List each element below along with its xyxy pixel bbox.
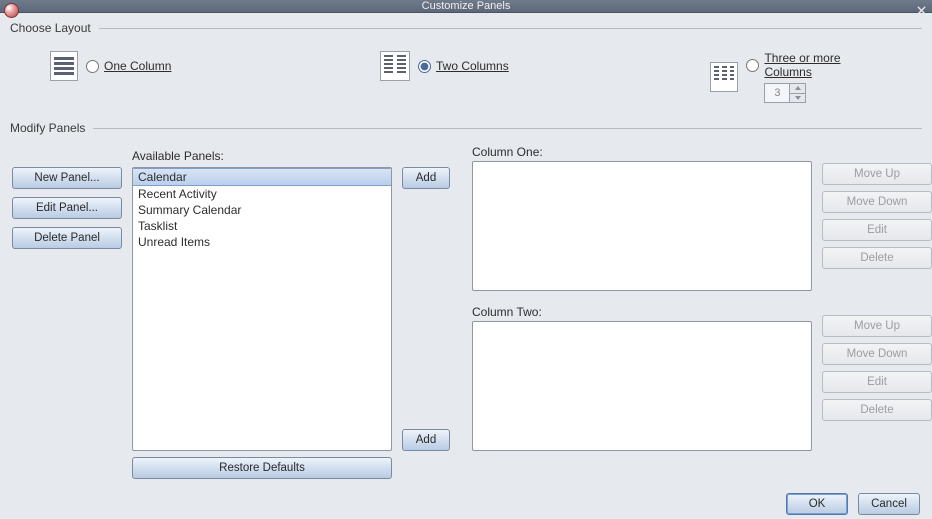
modify-panels-text: Modify Panels (10, 121, 85, 135)
restore-defaults-button[interactable]: Restore Defaults (132, 457, 392, 479)
divider (93, 128, 922, 129)
dialog-buttons: OK Cancel (0, 485, 932, 519)
layout-option-three: Three or more Columns (710, 51, 882, 103)
three-column-icon (710, 62, 738, 92)
radio-two-columns[interactable] (418, 60, 431, 73)
close-button[interactable] (912, 2, 930, 18)
available-panels-label: Available Panels: (132, 149, 392, 163)
column-one-block: Column One: (472, 145, 812, 291)
add-buttons-column: Add Add (402, 167, 462, 451)
layout-option-two: Two Columns (380, 51, 710, 81)
choose-layout-text: Choose Layout (10, 21, 91, 35)
new-panel-button[interactable]: New Panel... (12, 167, 122, 189)
spinner-down[interactable] (790, 94, 805, 103)
add-to-column-two-button[interactable]: Add (402, 429, 450, 451)
target-columns: Column One: Column Two: (472, 145, 812, 451)
list-item[interactable]: Calendar (133, 168, 391, 186)
col2-edit-button[interactable]: Edit (822, 371, 932, 393)
app-icon (4, 3, 19, 18)
radio-three-columns[interactable] (746, 59, 759, 72)
cancel-button[interactable]: Cancel (858, 493, 920, 515)
list-item[interactable]: Recent Activity (133, 186, 391, 202)
two-column-icon (380, 51, 410, 81)
layout-option-one: One Column (50, 51, 380, 81)
radio-two-columns-label[interactable]: Two Columns (436, 59, 509, 73)
spinner-up[interactable] (790, 84, 805, 94)
delete-panel-button[interactable]: Delete Panel (12, 227, 122, 249)
dialog-content: Choose Layout One Column Two Columns (0, 13, 932, 485)
column-action-buttons: Move Up Move Down Edit Delete Move Up Mo… (822, 145, 932, 451)
column-two-list[interactable] (472, 321, 812, 451)
choose-layout-label: Choose Layout (10, 21, 922, 35)
col1-move-down-button[interactable]: Move Down (822, 191, 932, 213)
close-icon (917, 6, 926, 15)
chevron-up-icon (795, 86, 801, 90)
ok-button[interactable]: OK (786, 493, 848, 515)
modify-panels-label: Modify Panels (10, 121, 922, 135)
panel-action-buttons: New Panel... Edit Panel... Delete Panel (12, 167, 122, 451)
col1-delete-button[interactable]: Delete (822, 247, 932, 269)
window-title: Customize Panels (422, 0, 511, 12)
col2-move-up-button[interactable]: Move Up (822, 315, 932, 337)
col1-move-up-button[interactable]: Move Up (822, 163, 932, 185)
radio-three-columns-label[interactable]: Three or more Columns (764, 51, 882, 79)
modify-panels-area: New Panel... Edit Panel... Delete Panel … (10, 145, 922, 475)
divider (99, 28, 922, 29)
column-two-block: Column Two: (472, 305, 812, 451)
column-one-list[interactable] (472, 161, 812, 291)
column-one-label: Column One: (472, 145, 812, 159)
titlebar: Customize Panels (0, 0, 932, 13)
layout-options: One Column Two Columns (10, 45, 922, 111)
col1-edit-button[interactable]: Edit (822, 219, 932, 241)
one-column-icon (50, 51, 78, 81)
column-count-input[interactable] (765, 84, 789, 102)
available-panels-list[interactable]: CalendarRecent ActivitySummary CalendarT… (132, 167, 392, 451)
chevron-down-icon (795, 96, 801, 100)
col2-move-down-button[interactable]: Move Down (822, 343, 932, 365)
edit-panel-button[interactable]: Edit Panel... (12, 197, 122, 219)
list-item[interactable]: Unread Items (133, 234, 391, 250)
add-to-column-one-button[interactable]: Add (402, 167, 450, 189)
col2-delete-button[interactable]: Delete (822, 399, 932, 421)
column-count-spinner[interactable] (764, 83, 806, 103)
list-item[interactable]: Tasklist (133, 218, 391, 234)
radio-one-column-label[interactable]: One Column (104, 59, 171, 73)
list-item[interactable]: Summary Calendar (133, 202, 391, 218)
radio-one-column[interactable] (86, 60, 99, 73)
column-two-label: Column Two: (472, 305, 812, 319)
